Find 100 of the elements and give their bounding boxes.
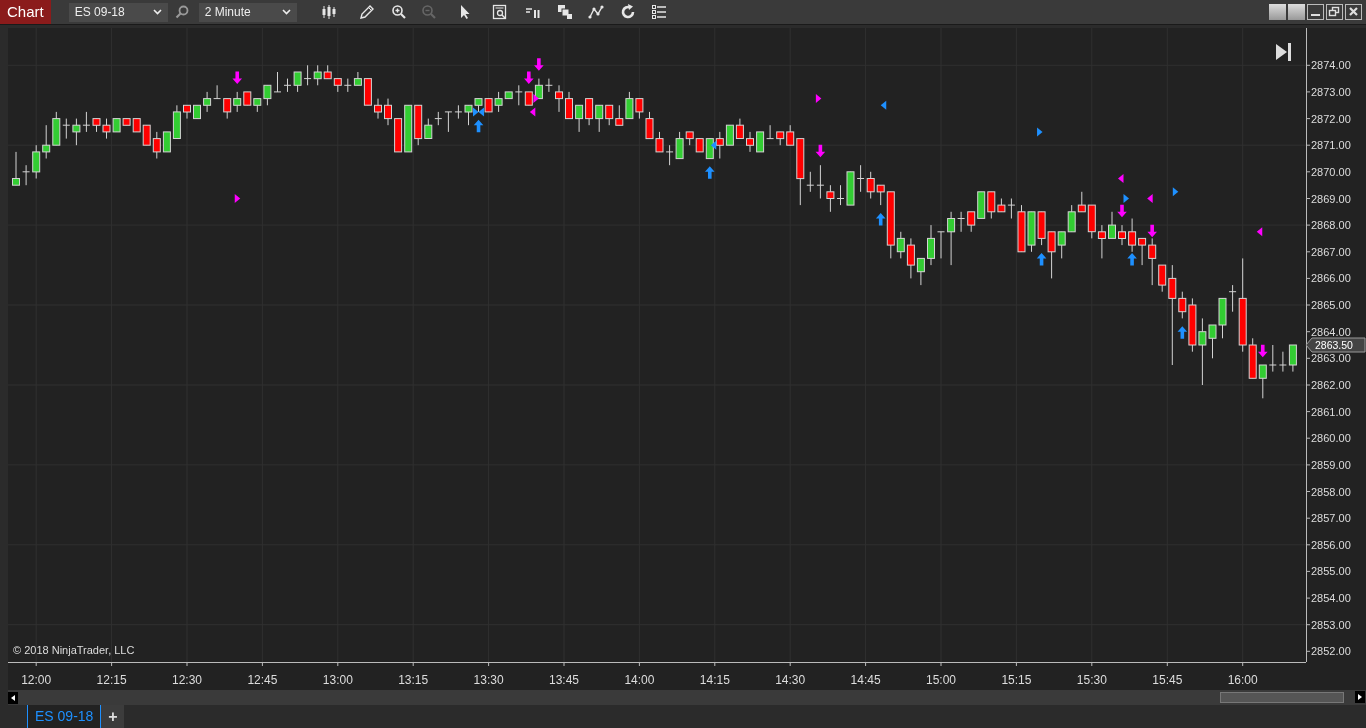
- axis-tick-label: 2867.00: [1311, 245, 1351, 258]
- axis-tick-label: 13:30: [473, 673, 504, 687]
- candlestick: [826, 184, 835, 213]
- data-box-icon[interactable]: [491, 4, 508, 20]
- candlestick: [1118, 224, 1126, 246]
- candlestick: [967, 211, 976, 233]
- candlestick: [1268, 344, 1277, 373]
- axis-tick-label: 15:00: [926, 673, 956, 687]
- scroll-left-icon[interactable]: [8, 691, 18, 704]
- scroll-thumb[interactable]: [1220, 692, 1344, 703]
- triangle-marker: [1123, 194, 1130, 203]
- interval-dropdown[interactable]: 2 Minute: [198, 2, 297, 22]
- candlestick: [746, 131, 754, 153]
- candlestick: [1027, 211, 1036, 253]
- candlestick: [394, 118, 403, 153]
- close-icon[interactable]: [1345, 4, 1362, 20]
- axis-tick-label: 15:30: [1076, 673, 1107, 687]
- candlestick: [937, 231, 945, 259]
- axis-tick-label: 14:45: [850, 673, 881, 687]
- axis-tick-label: 2862.00: [1311, 379, 1351, 391]
- axis-tick-label: 2858.00: [1311, 485, 1351, 498]
- candlestick: [404, 104, 413, 153]
- axis-tick-label: 2854.00: [1311, 592, 1351, 605]
- axis-tick-label: 2863.00: [1311, 352, 1351, 365]
- zoom-in-icon[interactable]: [390, 4, 407, 20]
- candlestick: [927, 224, 935, 266]
- up-arrow-signal: [1036, 252, 1047, 266]
- axis-tick-label: 2865.00: [1311, 299, 1351, 311]
- candlestick: [42, 124, 51, 159]
- chevron-down-icon: [281, 9, 291, 15]
- axis-tick-label: 15:45: [1152, 673, 1183, 687]
- list-icon[interactable]: [650, 4, 667, 20]
- axis-tick-label: 12:30: [172, 673, 202, 687]
- up-arrow-signal: [705, 166, 715, 179]
- candlestick: [625, 91, 634, 120]
- search-icon[interactable]: [174, 5, 189, 19]
- candlestick: [655, 131, 664, 153]
- candlestick: [333, 78, 342, 93]
- axis-tick-label: 2857.00: [1311, 512, 1351, 525]
- minimize-icon[interactable]: [1307, 4, 1324, 20]
- axis-tick-label: 2855.00: [1311, 565, 1351, 578]
- candlestick-icon[interactable]: [320, 4, 337, 20]
- window-tile-icon[interactable]: [1269, 4, 1286, 20]
- add-tab-button[interactable]: +: [101, 705, 125, 728]
- candlestick: [323, 64, 332, 80]
- down-arrow-signal: [534, 58, 544, 71]
- down-arrow-signal: [232, 71, 243, 85]
- candlestick: [1037, 211, 1046, 246]
- scrollbar[interactable]: [8, 690, 1366, 705]
- scroll-right-icon[interactable]: [1355, 691, 1365, 703]
- axis-tick-label: 2859.00: [1311, 458, 1351, 471]
- axis-tick-label: 2861.00: [1311, 405, 1351, 418]
- candlestick: [1278, 351, 1287, 373]
- axis-tick-label: 2866.00: [1311, 272, 1351, 285]
- triangle-marker: [815, 94, 822, 104]
- triangle-marker: [1037, 127, 1043, 137]
- instrument-dropdown[interactable]: ES 09-18: [68, 2, 168, 22]
- down-arrow-signal: [524, 71, 534, 85]
- candlestick: [1067, 204, 1076, 233]
- reload-icon[interactable]: [619, 4, 636, 20]
- axis-tick-label: 2874.00: [1311, 59, 1351, 72]
- candlestick: [575, 104, 584, 133]
- restore-icon[interactable]: [1326, 4, 1343, 20]
- up-arrow-signal: [875, 212, 886, 226]
- scroll-to-end-icon[interactable]: [1276, 43, 1291, 61]
- candlestick: [72, 118, 81, 146]
- up-arrow-signal: [1127, 252, 1137, 266]
- candlestick: [203, 91, 212, 113]
- candlestick: [1108, 211, 1116, 239]
- connected-nodes-icon[interactable]: [587, 4, 604, 20]
- axis-tick-label: 12:15: [96, 673, 127, 687]
- triangle-marker: [234, 194, 241, 203]
- axis-tick-label: 2852.00: [1311, 645, 1351, 658]
- copyright-text: © 2018 NinjaTrader, LLC: [13, 643, 135, 658]
- candlestick: [555, 84, 563, 113]
- candlestick: [856, 164, 865, 193]
- axis-tick-label: 2864.00: [1311, 325, 1351, 338]
- pencil-icon[interactable]: [358, 4, 375, 20]
- candlestick: [12, 151, 20, 186]
- axis-tick-label: 2860.00: [1311, 432, 1351, 445]
- axis-tick-label: 14:15: [699, 673, 730, 687]
- axis-tick-label: 12:00: [21, 673, 52, 687]
- candlestick: [595, 104, 604, 133]
- candlestick: [183, 104, 191, 120]
- window-tile-icon[interactable]: [1288, 4, 1305, 20]
- candlestick: [565, 91, 573, 120]
- triangle-marker: [1256, 227, 1263, 237]
- stacked-squares-icon[interactable]: [556, 4, 573, 20]
- chart-menu-button[interactable]: Chart: [0, 0, 51, 24]
- axis-tick-label: 2856.00: [1311, 538, 1351, 551]
- candlestick: [454, 104, 463, 120]
- up-arrow-signal: [473, 119, 484, 133]
- chart-tab[interactable]: ES 09-18: [27, 705, 102, 728]
- candlestick: [384, 98, 392, 126]
- triangle-marker: [880, 100, 887, 110]
- triangle-marker: [1147, 194, 1153, 203]
- candlestick: [313, 64, 322, 86]
- candlestick: [645, 111, 654, 140]
- candlestick: [1097, 224, 1106, 259]
- axis-tick-label: 13:00: [322, 673, 353, 687]
